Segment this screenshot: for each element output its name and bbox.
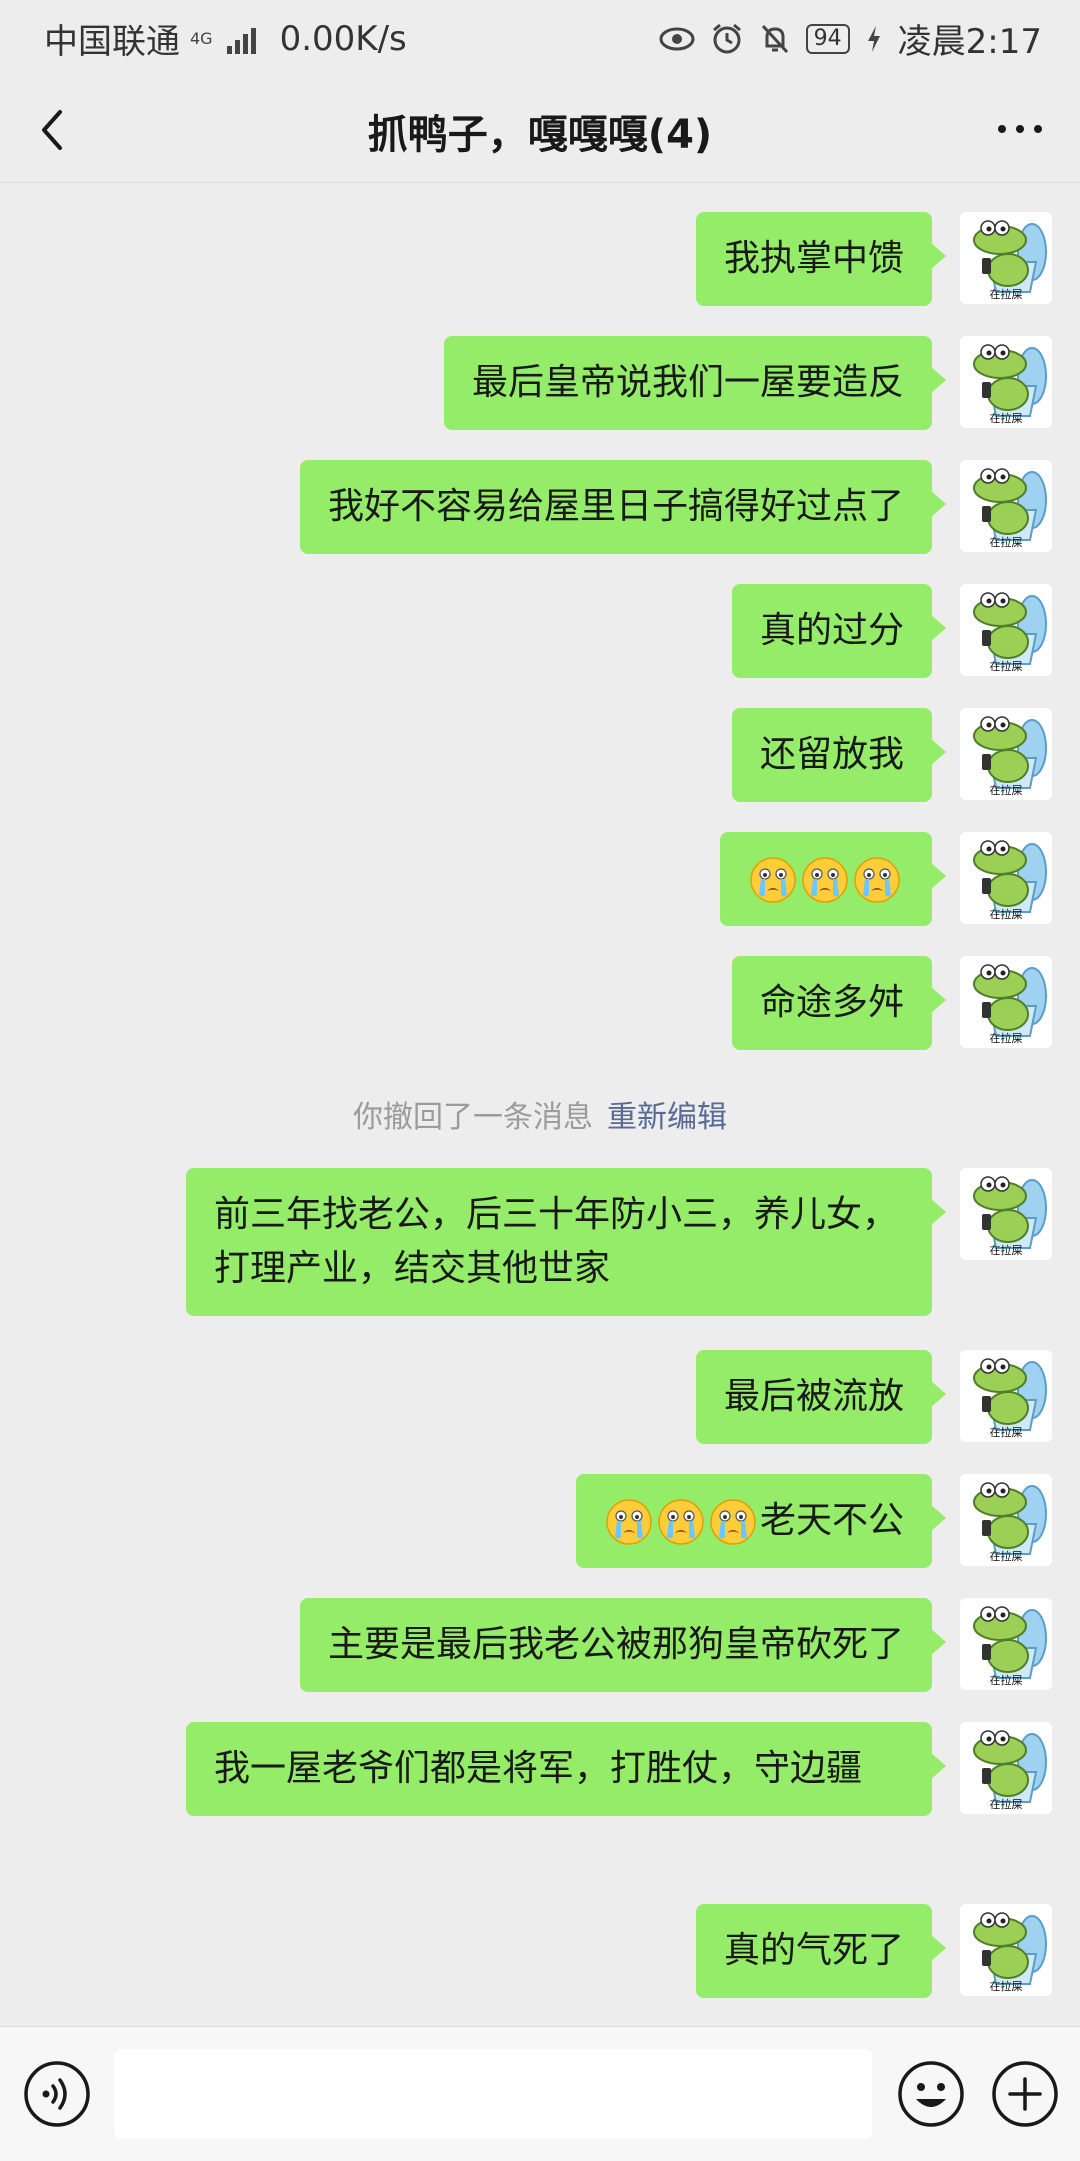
avatar-caption: 在拉屎 [990, 1549, 1023, 1563]
crocodile-avatar-icon: 在拉屎 [960, 1474, 1052, 1566]
crocodile-avatar-icon: 在拉屎 [960, 1598, 1052, 1690]
re-edit-link[interactable]: 重新编辑 [607, 1100, 727, 1135]
message-bubble[interactable]: 前三年找老公，后三十年防小三，养儿女，打理产业，结交其他世家 [186, 1168, 946, 1316]
status-bar: 中国联通 4G 0.00K/s 94 凌晨2:17 [0, 0, 1080, 76]
crocodile-avatar-icon: 在拉屎 [960, 708, 1052, 800]
network-type: 4G [190, 28, 213, 48]
avatar[interactable]: 在拉屎 [960, 1598, 1052, 1690]
message-bubble[interactable]: 老天不公 [575, 1474, 947, 1568]
crocodile-avatar-icon: 在拉屎 [960, 460, 1052, 552]
carrier-label: 中国联通 [44, 22, 180, 62]
avatar[interactable]: 在拉屎 [960, 336, 1052, 428]
message-bubble[interactable]: 最后被流放 [695, 1350, 947, 1444]
chat-title: 抓鸭子，嘎嘎嘎(4) [367, 112, 713, 158]
avatar[interactable]: 在拉屎 [960, 460, 1052, 552]
avatar[interactable]: 在拉屎 [960, 1168, 1052, 1260]
message-bubble[interactable]: 真的过分 [731, 584, 947, 678]
emoji-group [604, 1499, 760, 1545]
emoji-group [748, 857, 904, 903]
message-bubble[interactable]: 命途多舛 [731, 956, 947, 1050]
crying-emoji-icon [854, 857, 900, 903]
crying-emoji-icon [658, 1499, 704, 1545]
avatar-caption: 在拉屎 [990, 783, 1023, 797]
message-bubble[interactable] [720, 832, 946, 926]
avatar-caption: 在拉屎 [990, 1797, 1023, 1811]
clock: 凌晨2:17 [897, 22, 1042, 62]
message-input[interactable] [114, 2049, 872, 2139]
chat-header: 抓鸭子，嘎嘎嘎(4) [0, 76, 1080, 183]
message-bubble[interactable]: 我执掌中馈 [695, 212, 947, 306]
avatar[interactable]: 在拉屎 [960, 212, 1052, 304]
avatar-caption: 在拉屎 [990, 535, 1023, 549]
voice-icon[interactable] [22, 2059, 92, 2129]
avatar-caption: 在拉屎 [990, 1979, 1023, 1993]
status-right: 94 凌晨2:17 [658, 14, 1042, 63]
crocodile-avatar-icon: 在拉屎 [960, 584, 1052, 676]
network-speed: 0.00K/s [279, 18, 407, 59]
avatar-caption: 在拉屎 [990, 1243, 1023, 1257]
signal-icon [226, 24, 256, 54]
message-text: 老天不公 [759, 1500, 904, 1541]
mute-icon [761, 24, 788, 53]
avatar[interactable]: 在拉屎 [960, 1474, 1052, 1566]
avatar-caption: 在拉屎 [990, 287, 1023, 301]
avatar[interactable]: 在拉屎 [960, 832, 1052, 924]
status-left: 中国联通 4G 0.00K/s [44, 14, 407, 63]
battery-indicator: 94 [805, 23, 850, 54]
more-icon[interactable] [990, 104, 1050, 154]
avatar-caption: 在拉屎 [990, 659, 1023, 673]
message-bubble[interactable]: 我一屋老爷们都是将军，打胜仗，守边疆 [186, 1722, 946, 1816]
avatar-caption: 在拉屎 [990, 411, 1023, 425]
avatar-caption: 在拉屎 [990, 1673, 1023, 1687]
crying-emoji-icon [750, 857, 796, 903]
crocodile-avatar-icon: 在拉屎 [960, 212, 1052, 304]
crocodile-avatar-icon: 在拉屎 [960, 1168, 1052, 1260]
crocodile-avatar-icon: 在拉屎 [960, 336, 1052, 428]
crocodile-avatar-icon: 在拉屎 [960, 1722, 1052, 1814]
crying-emoji-icon [606, 1499, 652, 1545]
avatar[interactable]: 在拉屎 [960, 1904, 1052, 1996]
avatar[interactable]: 在拉屎 [960, 1722, 1052, 1814]
eye-icon [659, 27, 695, 50]
avatar-caption: 在拉屎 [990, 907, 1023, 921]
crocodile-avatar-icon: 在拉屎 [960, 1904, 1052, 1996]
avatar[interactable]: 在拉屎 [960, 584, 1052, 676]
crocodile-avatar-icon: 在拉屎 [960, 956, 1052, 1048]
avatar[interactable]: 在拉屎 [960, 1350, 1052, 1442]
avatar-caption: 在拉屎 [990, 1425, 1023, 1439]
crocodile-avatar-icon: 在拉屎 [960, 1350, 1052, 1442]
crocodile-avatar-icon: 在拉屎 [960, 832, 1052, 924]
crying-emoji-icon [802, 857, 848, 903]
crying-emoji-icon [710, 1499, 756, 1545]
avatar[interactable]: 在拉屎 [960, 708, 1052, 800]
message-bubble[interactable]: 最后皇帝说我们一屋要造反 [443, 336, 947, 430]
message-bubble[interactable]: 我好不容易给屋里日子搞得好过点了 [299, 460, 947, 554]
plus-icon[interactable] [990, 2059, 1060, 2129]
charging-icon [867, 25, 880, 52]
emoji-icon[interactable] [896, 2059, 966, 2129]
recall-notice: 你撤回了一条消息 重新编辑 [0, 1092, 1080, 1136]
chat-area[interactable]: 我执掌中馈 在拉屎 最后皇帝说我们一屋要造反 在拉屎 我好不容易给屋里日子搞得好… [0, 182, 1080, 2024]
message-bubble[interactable]: 真的气死了 [695, 1904, 947, 1998]
message-bubble[interactable]: 主要是最后我老公被那狗皇帝砍死了 [299, 1598, 947, 1692]
message-bubble[interactable]: 还留放我 [731, 708, 947, 802]
avatar[interactable]: 在拉屎 [960, 956, 1052, 1048]
avatar-caption: 在拉屎 [990, 1031, 1023, 1045]
recall-text: 你撤回了一条消息 [353, 1100, 593, 1135]
alarm-icon [712, 23, 741, 53]
input-bar [0, 2026, 1080, 2161]
